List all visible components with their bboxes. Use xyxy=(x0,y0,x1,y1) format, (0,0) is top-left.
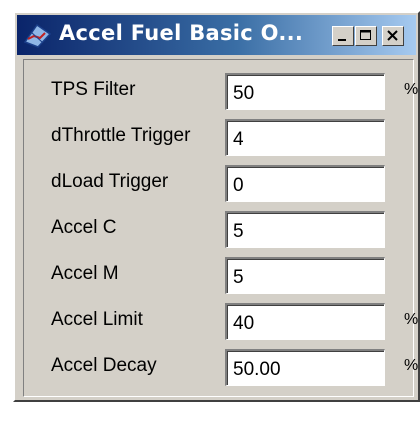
field-label: Accel Decay xyxy=(51,355,157,376)
field-row-tps-filter: TPS Filter 50 % xyxy=(24,73,418,113)
field-row-accel-m: Accel M 5 xyxy=(24,257,413,297)
dthrottle-trigger-input[interactable]: 4 xyxy=(225,119,385,156)
accel-fuel-window: Accel Fuel Basic O... TPS Filter 50 % dT… xyxy=(13,11,420,402)
minimize-button[interactable] xyxy=(332,26,354,46)
field-label: Accel Limit xyxy=(51,309,143,330)
field-row-accel-limit: Accel Limit 40 % xyxy=(24,303,418,343)
field-label: dThrottle Trigger xyxy=(51,125,191,146)
unit-label: % xyxy=(404,81,419,98)
close-icon xyxy=(387,30,398,41)
title-bar[interactable]: Accel Fuel Basic O... xyxy=(17,15,416,55)
maximize-button[interactable] xyxy=(355,26,377,46)
field-row-accel-decay: Accel Decay 50.00 % xyxy=(24,349,418,389)
window-title: Accel Fuel Basic O... xyxy=(59,21,304,45)
field-row-dthrottle-trigger: dThrottle Trigger 4 xyxy=(24,119,413,159)
accel-m-input[interactable]: 5 xyxy=(225,257,385,294)
accel-c-input[interactable]: 5 xyxy=(225,211,385,248)
maximize-icon xyxy=(360,30,371,40)
settings-panel: TPS Filter 50 % dThrottle Trigger 4 dLoa… xyxy=(23,59,418,397)
tps-filter-input[interactable]: 50 xyxy=(225,73,385,110)
minimize-icon xyxy=(338,39,346,41)
accel-decay-input[interactable]: 50.00 xyxy=(225,349,385,386)
field-label: Accel C xyxy=(51,217,117,238)
unit-label: % xyxy=(404,311,419,328)
field-row-accel-c: Accel C 5 xyxy=(24,211,413,251)
field-label: dLoad Trigger xyxy=(51,171,169,192)
field-label: TPS Filter xyxy=(51,79,136,100)
field-label: Accel M xyxy=(51,263,119,284)
dload-trigger-input[interactable]: 0 xyxy=(225,165,385,202)
close-button[interactable] xyxy=(382,26,404,46)
unit-label: % xyxy=(404,357,419,374)
fuel-map-icon xyxy=(23,22,52,48)
accel-limit-input[interactable]: 40 xyxy=(225,303,385,340)
field-row-dload-trigger: dLoad Trigger 0 xyxy=(24,165,413,205)
